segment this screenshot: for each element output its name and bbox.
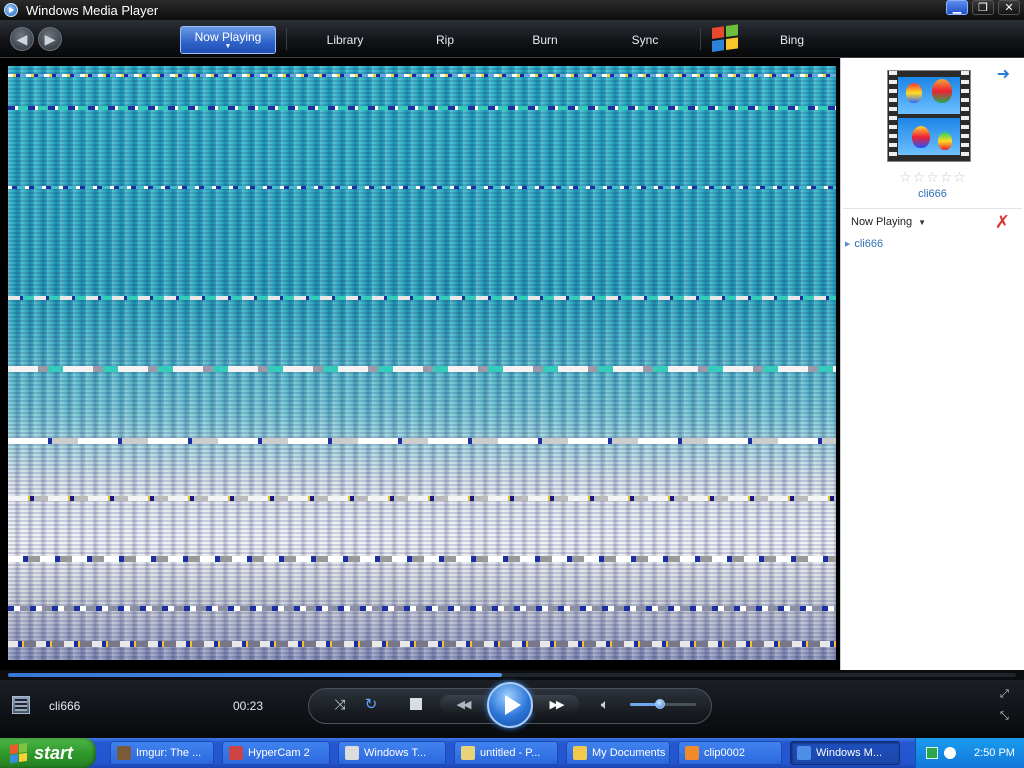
tab-now-playing-label: Now Playing: [194, 30, 262, 44]
taskbar-item-my-documents[interactable]: My Documents: [566, 741, 670, 765]
windows-flag-icon: [10, 742, 28, 764]
windows-media-player-icon: [797, 746, 811, 760]
window-titlebar[interactable]: Windows Media Player ▁ ❐ ✕: [0, 0, 1024, 20]
computer-app-icon: [345, 746, 359, 760]
media-file-icon: [685, 746, 699, 760]
shuffle-icon[interactable]: ⤨: [330, 694, 350, 714]
panel-collapse-arrow-icon[interactable]: ➜: [997, 64, 1010, 84]
now-playing-list-dropdown[interactable]: Now Playing ▼: [851, 216, 926, 228]
current-track-title: cli666: [49, 699, 81, 713]
fullscreen-icon[interactable]: ⤢: [1000, 688, 1009, 701]
rating-stars[interactable]: ☆ ☆ ☆ ☆ ☆: [899, 170, 966, 184]
start-button[interactable]: start: [0, 738, 96, 768]
taskbar-item-windows-task[interactable]: Windows T...: [338, 741, 446, 765]
imgur-app-icon: [117, 746, 131, 760]
forward-arrow-icon[interactable]: ▶: [38, 27, 62, 51]
seek-progress: [8, 673, 502, 677]
tray-app-icon[interactable]: [926, 747, 938, 759]
window-title: Windows Media Player: [26, 2, 159, 18]
minimize-button[interactable]: ▁: [946, 0, 968, 15]
clear-list-icon[interactable]: ✗: [995, 212, 1010, 233]
taskbar-item-imgur[interactable]: Imgur: The ...: [110, 741, 214, 765]
playing-indicator-icon: ▶: [845, 241, 851, 248]
system-tray: 2:50 PM: [915, 738, 1024, 768]
tab-now-playing[interactable]: Now Playing ▼: [180, 26, 276, 54]
rating-star-icon[interactable]: ☆: [913, 170, 926, 184]
dropdown-caret-icon: ▼: [918, 217, 927, 227]
tab-burn[interactable]: Burn: [518, 26, 572, 54]
tab-bing[interactable]: Bing: [766, 26, 818, 54]
switch-to-skin-icon[interactable]: ⤡: [1000, 710, 1009, 723]
back-arrow-icon[interactable]: ◀: [10, 27, 34, 51]
paint-app-icon: [461, 746, 475, 760]
repeat-icon[interactable]: ↻: [361, 694, 381, 714]
tab-library[interactable]: Library: [310, 26, 380, 54]
now-playing-panel: ➜ ☆ ☆ ☆ ☆ ☆ cli666 Now Playing ▼ ✗ ▶ cli…: [840, 58, 1024, 670]
navigation-bar: ◀ ▶ Now Playing ▼ Library Rip Burn Sync …: [0, 20, 1024, 58]
playlist-item[interactable]: ▶ cli666: [845, 238, 883, 250]
hypercam-app-icon: [229, 746, 243, 760]
rating-star-icon[interactable]: ☆: [953, 170, 966, 184]
rating-star-icon[interactable]: ☆: [899, 170, 912, 184]
next-button[interactable]: ▶▶: [533, 695, 579, 713]
stop-button[interactable]: [410, 698, 422, 710]
taskbar-item-paint[interactable]: untitled - P...: [454, 741, 558, 765]
start-label: start: [34, 742, 74, 763]
album-art-thumbnail[interactable]: [887, 70, 971, 162]
volume-knob[interactable]: [654, 699, 665, 709]
playlist-item-title: cli666: [854, 238, 884, 250]
seek-bar-area: [0, 670, 1024, 680]
taskbar-item-windows-media-player[interactable]: Windows M...: [790, 741, 900, 765]
folder-icon: [573, 746, 587, 760]
video-media-icon: [12, 696, 30, 714]
tab-sync[interactable]: Sync: [618, 26, 672, 54]
playback-controls: cli666 00:23 ⤨ ↻ ◀◀ ▶▶ 🔈︎ ⤢ ⤡: [0, 680, 1024, 738]
close-button[interactable]: ✕: [998, 0, 1020, 15]
taskbar-item-clip0002[interactable]: clip0002: [678, 741, 782, 765]
taskbar: start Imgur: The ... HyperCam 2 Windows …: [0, 738, 1024, 768]
now-playing-list-label: Now Playing: [851, 216, 913, 228]
previous-button[interactable]: ◀◀: [440, 695, 486, 713]
rating-star-icon[interactable]: ☆: [940, 170, 953, 184]
window-controls: ▁ ❐ ✕: [946, 0, 1020, 15]
play-button[interactable]: [487, 682, 533, 728]
network-icon[interactable]: [944, 747, 956, 759]
taskbar-item-hypercam[interactable]: HyperCam 2: [222, 741, 330, 765]
clock[interactable]: 2:50 PM: [974, 747, 1015, 759]
seek-bar[interactable]: [8, 673, 1016, 677]
windows-logo-icon[interactable]: [712, 24, 740, 54]
now-playing-caret-icon[interactable]: ▼: [225, 43, 232, 51]
volume-slider[interactable]: [630, 699, 696, 709]
panel-track-title[interactable]: cli666: [841, 188, 1024, 200]
tab-rip[interactable]: Rip: [420, 26, 470, 54]
elapsed-time[interactable]: 00:23: [233, 699, 263, 713]
windows-media-player-icon: [4, 3, 18, 17]
rating-star-icon[interactable]: ☆: [926, 170, 939, 184]
restore-button[interactable]: ❐: [972, 0, 994, 15]
volume-icon[interactable]: 🔈︎: [596, 695, 614, 713]
video-display[interactable]: [6, 64, 838, 662]
